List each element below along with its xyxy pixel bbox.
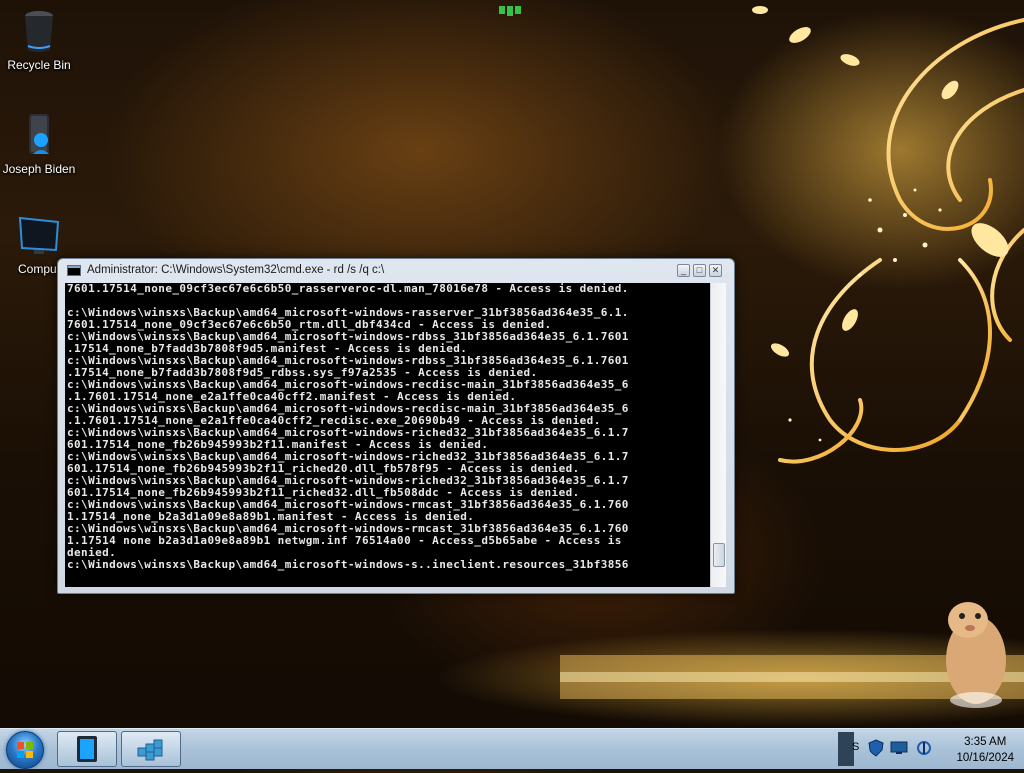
system-tray: S 3:35 AM 10/16/2024 bbox=[838, 729, 1024, 769]
action-center-icon[interactable] bbox=[868, 739, 884, 757]
desktop-icon-label: Joseph Biden bbox=[2, 162, 76, 176]
glow-bar bbox=[560, 655, 1024, 699]
leaf-ornaments bbox=[752, 6, 1009, 357]
desktop-icon-user-folder[interactable]: Joseph Biden bbox=[0, 112, 81, 176]
taskbar-button-cmd[interactable] bbox=[57, 731, 117, 767]
computer-icon bbox=[18, 216, 60, 254]
cmd-icon bbox=[67, 265, 81, 276]
window-titlebar[interactable]: Administrator: C:\Windows\System32\cmd.e… bbox=[58, 259, 734, 283]
sparkle-dots bbox=[788, 188, 942, 442]
console-output[interactable]: 7601.17514_none_09cf3ec67e6c6b50_rasserv… bbox=[65, 283, 710, 587]
volume-icon[interactable] bbox=[916, 739, 932, 757]
hamster-gadget-icon bbox=[946, 602, 1006, 708]
window-title: Administrator: C:\Windows\System32\cmd.e… bbox=[87, 264, 385, 276]
scrollbar-thumb[interactable] bbox=[713, 543, 725, 567]
user-folder-icon bbox=[29, 114, 49, 154]
start-orb-icon bbox=[17, 742, 33, 758]
close-button[interactable]: ✕ bbox=[709, 264, 722, 277]
maximize-button[interactable]: □ bbox=[693, 264, 706, 277]
desktop-icon-recycle-bin[interactable]: Recycle Bin bbox=[0, 8, 81, 72]
desktop-icon-label: Recycle Bin bbox=[7, 58, 71, 72]
minimize-icon: _ bbox=[680, 265, 686, 275]
desktop-icon-label: Comput bbox=[17, 262, 61, 276]
close-icon: ✕ bbox=[711, 265, 720, 275]
console-text: 7601.17514_none_09cf3ec67e6c6b50_rasserv… bbox=[67, 283, 629, 571]
tray-partial-label: S bbox=[852, 741, 860, 753]
cmd-icon bbox=[77, 736, 97, 762]
maximize-icon: □ bbox=[696, 265, 703, 275]
top-indicator-icon bbox=[499, 6, 521, 16]
taskbar-button-registry-editor[interactable] bbox=[121, 731, 181, 767]
minimize-button[interactable]: _ bbox=[677, 264, 690, 277]
clock[interactable]: 3:35 AM 10/16/2024 bbox=[956, 734, 1014, 766]
start-button[interactable] bbox=[6, 731, 44, 769]
clock-time: 3:35 AM bbox=[964, 736, 1007, 748]
cmd-window[interactable]: Administrator: C:\Windows\System32\cmd.e… bbox=[57, 258, 735, 594]
recycle-bin-icon bbox=[25, 11, 53, 52]
registry-editor-icon bbox=[137, 739, 163, 761]
taskbar: S 3:35 AM 10/16/2024 bbox=[0, 728, 1024, 769]
swirl-ornament bbox=[778, 18, 1024, 464]
clock-date: 10/16/2024 bbox=[956, 752, 1014, 764]
vertical-scrollbar[interactable] bbox=[710, 283, 726, 587]
network-icon[interactable] bbox=[890, 741, 908, 755]
